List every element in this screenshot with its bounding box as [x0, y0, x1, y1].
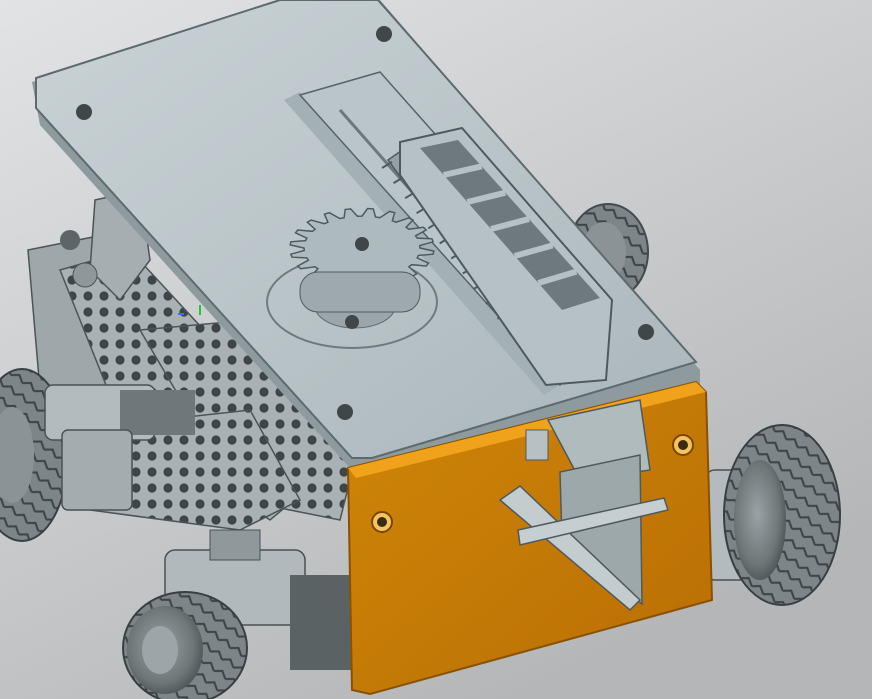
wheel-left-front	[122, 591, 248, 699]
cad-viewport[interactable]	[0, 0, 872, 699]
robot-chassis-model	[0, 0, 872, 699]
